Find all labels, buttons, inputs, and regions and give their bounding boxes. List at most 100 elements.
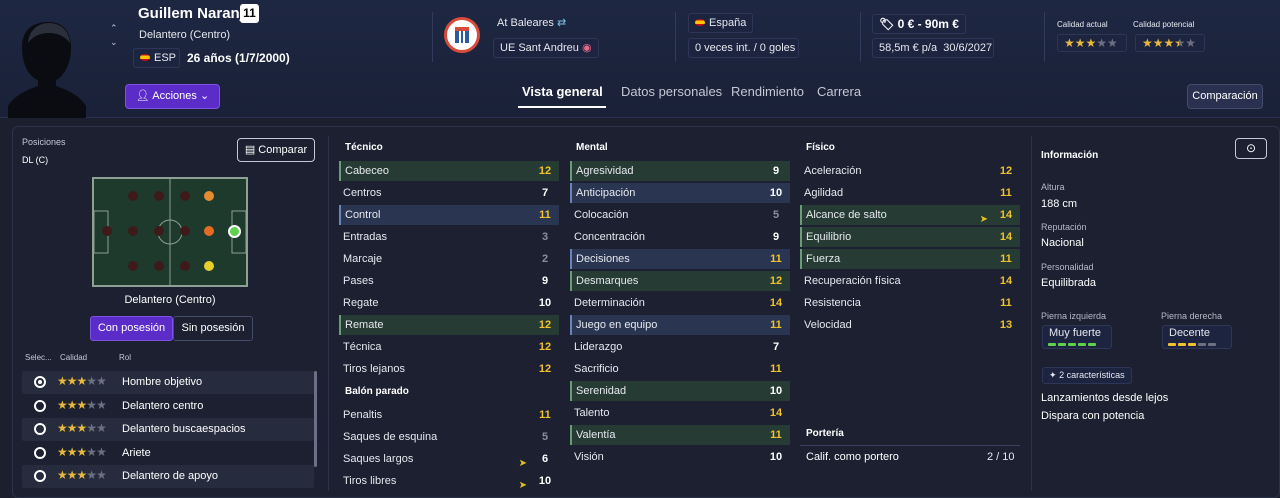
traits-count-badge: ✦ 2 características: [1042, 367, 1132, 384]
tab-personal[interactable]: Datos personales: [621, 84, 722, 99]
attr-row[interactable]: Regate 10: [339, 293, 559, 313]
balon-title: Balón parado: [345, 386, 409, 397]
attr-row[interactable]: Anticipación 10: [570, 183, 790, 203]
attr-row[interactable]: Sacrificio 11: [570, 359, 790, 379]
positions-value: DL (C): [22, 155, 49, 165]
attr-row[interactable]: Fuerza 11: [800, 249, 1020, 269]
loan-club[interactable]: At Baleares ⇄: [491, 14, 572, 34]
radio-button[interactable]: [34, 470, 46, 482]
role-row[interactable]: ★★★★★ Delantero centro: [22, 395, 314, 418]
attr-row[interactable]: Velocidad 13: [800, 315, 1020, 335]
attr-row[interactable]: Remate 12: [339, 315, 559, 335]
position-dot-selected[interactable]: [228, 225, 241, 238]
position-dot[interactable]: [180, 191, 190, 201]
attr-name: Concentración: [574, 231, 645, 243]
position-dot[interactable]: [128, 261, 138, 271]
attr-row[interactable]: Alcance de salto ➤ 14: [800, 205, 1020, 225]
attr-row[interactable]: Agresividad 9: [570, 161, 790, 181]
attr-value: 11: [770, 363, 782, 375]
compare-label: Comparar: [258, 144, 308, 156]
tab-career[interactable]: Carrera: [817, 84, 861, 99]
attr-row[interactable]: Juego en equipo 11: [570, 315, 790, 335]
attr-row[interactable]: Tiros lejanos 12: [339, 359, 559, 379]
position-dot[interactable]: [180, 226, 190, 236]
position-dot[interactable]: [204, 191, 214, 201]
attr-name: Talento: [574, 407, 610, 419]
actions-label: Acciones: [152, 90, 197, 102]
position-dot[interactable]: [154, 261, 164, 271]
attr-row[interactable]: Determinación 14: [570, 293, 790, 313]
position-dot[interactable]: [204, 226, 214, 236]
attr-row[interactable]: Talento 14: [570, 403, 790, 423]
role-row[interactable]: ★★★★★ Hombre objetivo: [22, 371, 314, 394]
position-dot[interactable]: [154, 191, 164, 201]
info-toggle-button[interactable]: ⊙: [1235, 138, 1267, 159]
attr-value: 10: [769, 385, 783, 397]
attr-row[interactable]: Colocación 5: [570, 205, 790, 225]
attr-row[interactable]: Resistencia 11: [800, 293, 1020, 313]
position-dot[interactable]: [204, 261, 214, 271]
divider: [1031, 136, 1032, 491]
role-row[interactable]: ★★★★★ Delantero buscaespacios: [22, 418, 314, 441]
col-role[interactable]: Rol: [119, 353, 131, 362]
nation-pill[interactable]: España: [688, 13, 754, 33]
attr-row[interactable]: Centros 7: [339, 183, 559, 203]
attr-value: 9: [772, 231, 780, 243]
attr-row[interactable]: Marcaje 2: [339, 249, 559, 269]
chevron-up-icon[interactable]: ⌃: [110, 23, 118, 34]
role-row[interactable]: ★★★★★ Ariete: [22, 442, 314, 465]
attr-value: 12: [538, 319, 552, 331]
attr-row[interactable]: Control 11: [339, 205, 559, 225]
attr-value: 11: [770, 429, 782, 441]
attr-name: Recuperación física: [804, 275, 901, 287]
position-dot[interactable]: [128, 226, 138, 236]
attr-row[interactable]: Equilibrio 14: [800, 227, 1020, 247]
attr-row[interactable]: Recuperación física 14: [800, 271, 1020, 291]
radio-button[interactable]: [34, 376, 46, 388]
comparison-button[interactable]: Comparación: [1187, 84, 1263, 109]
attr-row[interactable]: Penaltis 11: [339, 405, 559, 425]
attr-row[interactable]: Agilidad 11: [800, 183, 1020, 203]
transfer-value-label: 0 € - 90m €: [897, 17, 959, 31]
radio-button[interactable]: [34, 446, 46, 459]
compare-button[interactable]: ▤ Comparar: [237, 138, 315, 162]
tab-overview[interactable]: Vista general: [522, 84, 603, 99]
contract: 58,5m € p/a 30/6/2027: [872, 38, 994, 58]
attr-row[interactable]: Decisiones 11: [570, 249, 790, 269]
radio-button[interactable]: [34, 399, 46, 412]
parent-club[interactable]: UE Sant Andreu ◉: [493, 38, 599, 58]
chevron-down-icon[interactable]: ⌄: [110, 37, 118, 48]
player-age: 26 años (1/7/2000): [187, 51, 290, 65]
attr-row[interactable]: Aceleración 12: [800, 161, 1020, 181]
role-row[interactable]: ★★★★★ Delantero de apoyo: [22, 465, 314, 488]
attr-row[interactable]: Saques de esquina 5: [339, 427, 559, 447]
attr-row[interactable]: Entradas 3: [339, 227, 559, 247]
with-possession-toggle[interactable]: Con posesión: [90, 316, 173, 341]
without-possession-toggle[interactable]: Sin posesión: [173, 316, 253, 341]
attr-row[interactable]: Liderazgo 7: [570, 337, 790, 357]
actions-button[interactable]: 👤︎ Acciones ⌄: [125, 84, 220, 109]
attr-row[interactable]: Técnica 12: [339, 337, 559, 357]
position-dot[interactable]: [128, 191, 138, 201]
col-quality[interactable]: Calidad: [60, 353, 87, 362]
col-select[interactable]: Selec...: [25, 353, 52, 362]
attr-row[interactable]: Pases 9: [339, 271, 559, 291]
scrollbar[interactable]: [314, 371, 317, 467]
attr-name: Cabeceo: [345, 165, 390, 177]
radio-button[interactable]: [34, 423, 46, 435]
club-crest-icon[interactable]: [444, 17, 480, 53]
attr-row[interactable]: Concentración 9: [570, 227, 790, 247]
position-dot[interactable]: [102, 226, 112, 236]
attr-row[interactable]: Serenidad 10: [570, 381, 790, 401]
attr-row[interactable]: Saques largos ➤ 6: [339, 449, 559, 469]
attr-row[interactable]: Desmarques 12: [570, 271, 790, 291]
compare-icon: ▤: [244, 144, 256, 156]
attr-row[interactable]: Tiros libres ➤ 10: [339, 471, 559, 491]
attr-row[interactable]: Visión 10: [570, 447, 790, 467]
tab-performance[interactable]: Rendimiento: [731, 84, 804, 99]
attr-name: Alcance de salto: [806, 209, 887, 221]
position-dot[interactable]: [154, 226, 164, 236]
position-dot[interactable]: [180, 261, 190, 271]
attr-row[interactable]: Valentía 11: [570, 425, 790, 445]
attr-row[interactable]: Cabeceo 12: [339, 161, 559, 181]
